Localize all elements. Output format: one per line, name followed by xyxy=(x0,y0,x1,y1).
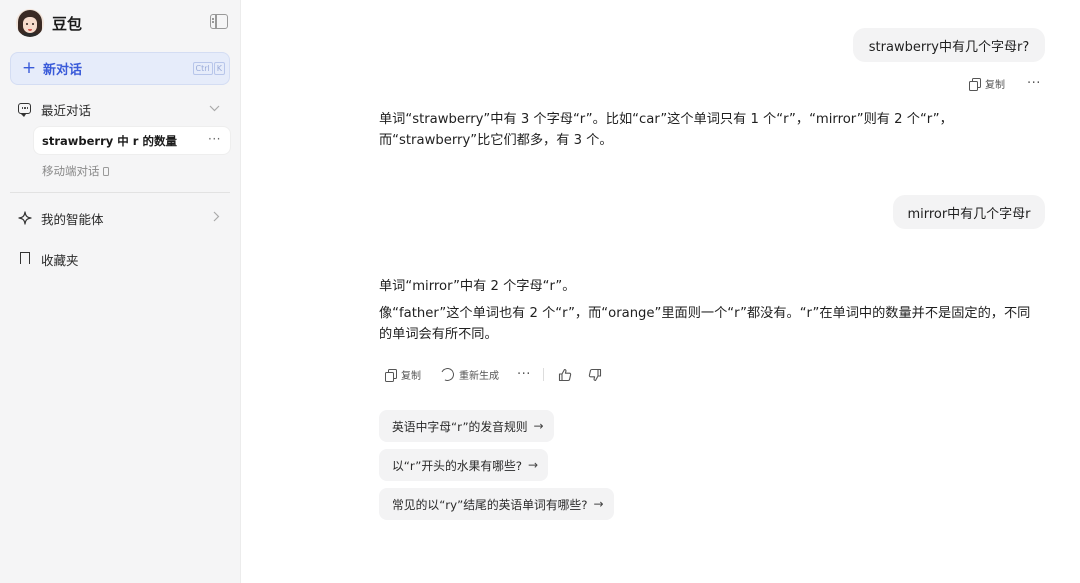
thumbs-up-icon[interactable] xyxy=(558,368,572,382)
sidebar-toggle-icon[interactable] xyxy=(210,14,228,29)
suggestion-chip[interactable]: 英语中字母“r”的发音规则 → xyxy=(379,410,554,442)
action-divider xyxy=(542,368,544,381)
copy-icon xyxy=(969,77,981,91)
copy-icon xyxy=(385,368,397,382)
plus-icon: + xyxy=(21,58,37,78)
assistant-paragraph: 单词“mirror”中有 2 个字母“r”。 xyxy=(379,279,576,294)
user-message-actions: 复制 ··· xyxy=(969,76,1041,91)
my-agents-label: 我的智能体 xyxy=(41,211,104,227)
conversation-item[interactable]: strawberry 中 r 的数量 ··· xyxy=(34,127,230,154)
suggestion-chip[interactable]: 常见的以“ry”结尾的英语单词有哪些? → xyxy=(379,488,614,520)
recent-conversations-header[interactable]: 最近对话 xyxy=(18,98,224,120)
assistant-message: 单词“mirror”中有 2 个字母“r”。 像“father”这个单词也有 2… xyxy=(379,276,1041,345)
my-agents-item[interactable]: 我的智能体 xyxy=(18,207,224,229)
arrow-right-icon: → xyxy=(593,497,604,511)
shortcut-hint: Ctrl K xyxy=(192,62,225,75)
conversation-title: strawberry 中 r 的数量 xyxy=(42,133,177,148)
favorites-item[interactable]: 收藏夹 xyxy=(18,248,224,270)
shortcut-key-k: K xyxy=(213,62,225,75)
suggestion-chip[interactable]: 以“r”开头的水果有哪些? → xyxy=(379,449,549,481)
user-message: mirror中有几个字母r xyxy=(893,195,1045,229)
chevron-right-icon xyxy=(213,211,220,225)
refresh-icon xyxy=(439,366,456,383)
recent-conversations-label: 最近对话 xyxy=(41,102,92,118)
more-icon[interactable]: ··· xyxy=(1027,76,1041,91)
avatar xyxy=(16,9,44,37)
copy-label: 复制 xyxy=(401,371,421,382)
sidebar-divider xyxy=(10,192,230,193)
suggestion-text: 以“r”开头的水果有哪些? xyxy=(392,458,523,473)
suggestion-text: 常见的以“ry”结尾的英语单词有哪些? xyxy=(392,497,588,512)
new-chat-label: 新对话 xyxy=(43,63,83,78)
assistant-message-actions: 复制 重新生成 ··· xyxy=(385,366,602,383)
copy-label: 复制 xyxy=(985,80,1005,91)
new-chat-button[interactable]: + 新对话 Ctrl K xyxy=(10,52,230,85)
brand-name: 豆包 xyxy=(52,14,83,33)
favorites-label: 收藏夹 xyxy=(41,252,79,268)
assistant-paragraph: 单词“strawberry”中有 3 个字母“r”。比如“car”这个单词只有 … xyxy=(379,112,953,148)
arrow-right-icon: → xyxy=(528,458,539,472)
chat-bubble-icon xyxy=(18,102,32,117)
regenerate-button[interactable]: 重新生成 xyxy=(439,366,499,383)
assistant-message: 单词“strawberry”中有 3 个字母“r”。比如“car”这个单词只有 … xyxy=(379,109,1041,151)
user-message-text: mirror中有几个字母r xyxy=(907,206,1031,222)
mobile-conversations-link[interactable]: 移动端对话 xyxy=(42,162,109,180)
thumbs-down-icon[interactable] xyxy=(588,368,602,382)
sidebar: 豆包 + 新对话 Ctrl K 最近对话 strawberry 中 r 的数量 … xyxy=(0,0,241,583)
suggestion-text: 英语中字母“r”的发音规则 xyxy=(392,419,528,434)
user-message: strawberry中有几个字母r? xyxy=(853,28,1045,62)
copy-button[interactable]: 复制 xyxy=(385,367,421,382)
sparkle-icon xyxy=(18,211,32,225)
shortcut-key-ctrl: Ctrl xyxy=(192,62,213,75)
more-options-icon[interactable]: ··· xyxy=(208,132,221,146)
chevron-down-icon xyxy=(209,102,220,115)
mobile-conversations-label: 移动端对话 xyxy=(42,164,100,178)
brand[interactable]: 豆包 xyxy=(16,8,82,38)
more-icon[interactable]: ··· xyxy=(517,367,531,382)
user-message-text: strawberry中有几个字母r? xyxy=(868,39,1030,55)
copy-button[interactable]: 复制 xyxy=(969,76,1005,91)
bookmark-icon xyxy=(18,252,32,268)
assistant-paragraph: 像“father”这个单词也有 2 个“r”，而“orange”里面则一个“r”… xyxy=(379,306,1031,342)
regenerate-label: 重新生成 xyxy=(459,371,499,382)
arrow-right-icon: → xyxy=(533,419,544,433)
phone-icon xyxy=(102,166,109,176)
